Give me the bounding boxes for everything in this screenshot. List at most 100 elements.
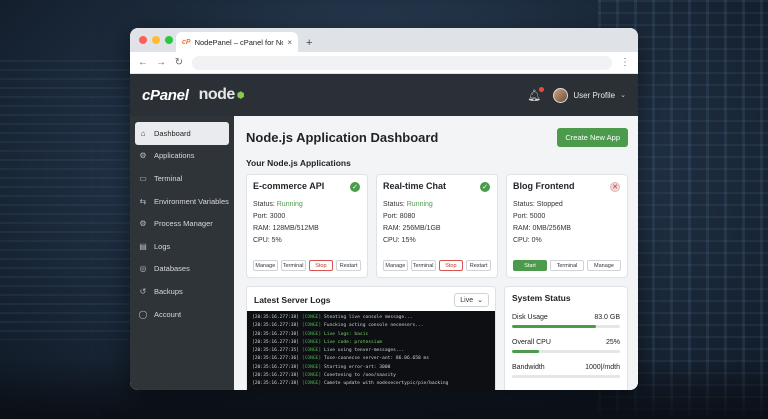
app-ram: RAM: 256MB/1GB (383, 225, 441, 232)
nodejs-hexagon-icon: ⬢ (236, 89, 245, 100)
cpu-bar-fill (512, 350, 539, 353)
forward-arrow-icon[interactable]: → (156, 57, 166, 68)
restart-button[interactable]: Restart (466, 260, 491, 271)
bandwidth-bar (512, 375, 620, 378)
disk-usage-bar-fill (512, 325, 597, 328)
cpu-value: 25% (605, 339, 620, 346)
tab-title: NodePanel – cPanel for Node.js (194, 37, 284, 47)
status-value: Stopped (536, 201, 563, 208)
sidebar-item-terminal[interactable]: ▭ Terminal (130, 167, 234, 190)
browser-tab[interactable]: cP NodePanel – cPanel for Node.js × (176, 32, 298, 52)
app-port: Port: 8080 (383, 213, 416, 220)
sidebar-item-label: Databases (154, 264, 190, 274)
sidebar-item-process-manager[interactable]: ⚙ Process Manager (130, 212, 234, 235)
manage-button[interactable]: Manage (587, 260, 621, 271)
log-message: Live code: protessium (323, 339, 383, 345)
notification-badge (539, 86, 545, 92)
avatar (553, 87, 569, 103)
log-console[interactable]: [20:35:16.277:38] [CONGE] Steating live … (247, 311, 495, 390)
manage-button[interactable]: Manage (383, 260, 408, 271)
app-cpu: CPU: 15% (383, 237, 416, 244)
app-ram: RAM: 128MB/512MB (253, 225, 319, 232)
logs-title: Latest Server Logs (254, 295, 331, 305)
backup-icon: ↺ (139, 286, 147, 296)
main-header: Node.js Application Dashboard Create New… (246, 126, 628, 148)
sidebar-item-dashboard[interactable]: ⌂ Dashboard (135, 122, 229, 145)
app-status: Status: Running (383, 199, 491, 211)
sidebar-item-label: Logs (154, 241, 171, 251)
sidebar-item-backups[interactable]: ↺ Backups (130, 280, 234, 303)
server-logs-panel: Latest Server Logs Live ⌄ [20:35:16.277:… (246, 286, 496, 390)
terminal-button[interactable]: Terminal (550, 260, 584, 271)
app-card-blog-frontend: Blog Frontend ✕ Status: Stopped Port: 50… (506, 174, 628, 278)
new-tab-button[interactable]: + (306, 37, 312, 49)
app-name: Real-time Chat (383, 181, 447, 191)
stop-button[interactable]: Stop (438, 260, 464, 271)
log-tag: [CONGE] (301, 323, 322, 329)
log-message: Tose-coonecse server-ant: 86.06.658 ms (323, 356, 430, 362)
app-port: Port: 3000 (253, 213, 286, 220)
log-line: [20:35:16.277:36] [CONGE] Tose-coonecse … (252, 355, 490, 363)
browser-menu-icon[interactable]: ⋮ (620, 57, 630, 68)
disk-usage-bar (512, 325, 620, 328)
notifications-bell-icon[interactable]: 🔔︎ (527, 86, 545, 102)
bottom-panels: Latest Server Logs Live ⌄ [20:35:16.277:… (246, 286, 628, 390)
log-timestamp: [20:35:16.277:38] (252, 339, 300, 345)
cpu-label: Overall CPU (512, 339, 551, 346)
app-actions: Manage Terminal Stop Restart (383, 260, 491, 271)
app-status: Status: Stopped (513, 199, 621, 211)
system-status-panel: System Status Disk Usage 83.0 GB Overall… (504, 286, 628, 390)
log-tag: [CONGE] (301, 315, 322, 320)
create-new-app-button[interactable]: Create New App (557, 127, 628, 147)
sidebar-item-environment-variables[interactable]: ⇆ Environment Variables (130, 190, 234, 213)
cpu-bar (512, 350, 620, 353)
running-check-icon: ✓ (480, 182, 490, 192)
tab-close-icon[interactable]: × (287, 38, 292, 47)
sidebar-item-applications[interactable]: ⚙ Applications (130, 145, 234, 168)
log-tag: [CONGE] (301, 331, 322, 337)
manage-button[interactable]: Manage (253, 260, 278, 271)
log-timestamp: [20:35:16.277:38] (252, 373, 300, 379)
user-profile-label: User Profile (573, 90, 616, 100)
page-title: Node.js Application Dashboard (246, 129, 439, 145)
cpanel-body: ⌂ Dashboard ⚙ Applications ▭ Terminal ⇆ … (130, 116, 638, 390)
logs-header: Latest Server Logs Live ⌄ (247, 287, 495, 311)
log-timestamp: [20:35:16.277:35] (252, 348, 300, 354)
user-icon: ◯ (138, 309, 148, 319)
stop-button[interactable]: Stop (308, 260, 334, 271)
sidebar-item-label: Environment Variables (154, 196, 229, 206)
minimize-window-button[interactable] (152, 36, 160, 44)
log-timestamp: [20:35:16.277:38] (252, 331, 300, 337)
sidebar: ⌂ Dashboard ⚙ Applications ▭ Terminal ⇆ … (130, 116, 234, 390)
status-label: Status: (513, 201, 535, 208)
user-profile-menu[interactable]: User Profile ⌄ (553, 87, 626, 103)
sidebar-item-logs[interactable]: ▤ Logs (130, 235, 234, 258)
start-button[interactable]: Start (513, 260, 547, 271)
cpanel-header: cPanel node ⬢ 🔔︎ User Profile ⌄ (130, 74, 638, 116)
terminal-button[interactable]: Terminal (410, 260, 436, 271)
maximize-window-button[interactable] (165, 36, 173, 44)
address-bar-row: ← → ↻ ⋮ (130, 52, 638, 74)
sidebar-item-databases[interactable]: ◎ Databases (130, 258, 234, 281)
address-input[interactable] (192, 55, 612, 70)
app-cpu: CPU: 0% (513, 237, 542, 244)
database-icon: ◎ (139, 264, 147, 274)
home-icon: ⌂ (140, 128, 146, 138)
log-line: [20:35:16.277:38] [CONGE] Conetening to … (252, 372, 490, 380)
log-filter-select[interactable]: Live ⌄ (454, 293, 489, 307)
sidebar-item-label: Process Manager (154, 219, 213, 229)
sidebar-item-label: Applications (154, 151, 195, 161)
header-right: 🔔︎ User Profile ⌄ (527, 86, 626, 103)
app-ram: RAM: 0MB/256MB (513, 225, 571, 232)
log-tag: [CONGE] (301, 348, 322, 354)
restart-button[interactable]: Restart (336, 260, 361, 271)
sidebar-item-account[interactable]: ◯ Account (130, 303, 234, 326)
back-arrow-icon[interactable]: ← (138, 57, 148, 68)
terminal-button[interactable]: Terminal (280, 260, 306, 271)
log-message: Camete update with nodesecertypic/pie/ba… (323, 381, 449, 387)
close-window-button[interactable] (139, 36, 147, 44)
log-tag: [CONGE] (301, 381, 322, 387)
reload-icon[interactable]: ↻ (174, 57, 184, 68)
variables-icon: ⇆ (139, 196, 147, 206)
cpanel-logo: cPanel (142, 86, 189, 104)
